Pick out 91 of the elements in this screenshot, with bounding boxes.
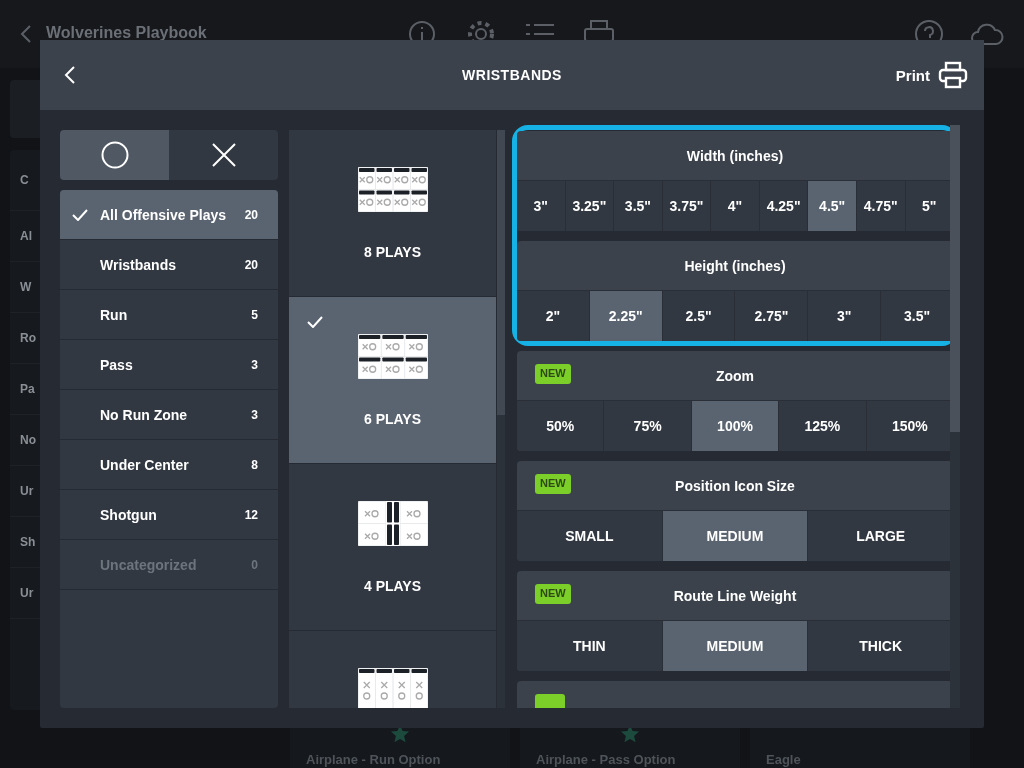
option-button[interactable]: 2.25" <box>588 291 662 341</box>
option-button[interactable]: 2.75" <box>734 291 808 341</box>
sidebar-item[interactable]: Sh <box>20 535 36 549</box>
section-title: Height (inches) <box>684 257 786 274</box>
category-item[interactable]: Shotgun 12 <box>60 490 278 540</box>
option-button[interactable]: 3.5" <box>613 181 662 231</box>
print-button[interactable]: Print <box>891 57 972 93</box>
category-label: Uncategorized <box>100 556 198 573</box>
section-title: Zoom <box>715 367 755 384</box>
category-label: Shotgun <box>100 506 158 523</box>
option-button[interactable]: 50% <box>517 401 604 451</box>
layout-option[interactable]: 4 PLAYS <box>289 464 496 631</box>
layout-option[interactable]: 8 PLAYS <box>289 130 496 297</box>
option-button[interactable]: MEDIUM <box>661 621 808 671</box>
category-item[interactable]: Pass 3 <box>60 340 278 390</box>
layout-label: 6 PLAYS <box>363 411 422 427</box>
option-button[interactable]: 4" <box>710 181 759 231</box>
category-item[interactable]: Run 5 <box>60 290 278 340</box>
play-title: Airplane - Run Option <box>306 752 441 767</box>
sidebar-item[interactable]: No <box>20 433 36 447</box>
category-item[interactable]: Under Center 8 <box>60 440 278 490</box>
option-button[interactable]: SMALL <box>517 511 662 561</box>
category-item[interactable]: All Offensive Plays 20 <box>60 190 278 240</box>
circle-icon <box>100 141 129 169</box>
option-button[interactable]: 150% <box>865 401 953 451</box>
play-count: 5 <box>251 307 258 322</box>
option-button[interactable]: 4.5" <box>807 181 856 231</box>
category-label: No Run Zone <box>100 406 189 423</box>
category-label: Under Center <box>100 456 190 473</box>
wristband-layout-icon <box>357 501 428 546</box>
play-count: 20 <box>244 257 258 272</box>
option-button[interactable]: LARGE <box>807 511 953 561</box>
play-count: 8 <box>251 457 258 472</box>
option-button[interactable]: 3.5" <box>880 291 953 341</box>
option-button[interactable]: THICK <box>807 621 953 671</box>
wristband-layout-icon <box>357 668 428 708</box>
dialog-title: WRISTBANDS <box>462 67 562 83</box>
sidebar-item[interactable]: Ur <box>20 586 34 600</box>
layout-option[interactable]: 6 PLAYS <box>289 297 496 464</box>
playbook-title: Wolverines Playbook <box>46 24 207 42</box>
new-badge: NEW <box>535 364 571 384</box>
sidebar-item[interactable]: Ur <box>20 484 34 498</box>
category-label: Run <box>100 306 129 323</box>
sidebar-item[interactable]: W <box>20 280 32 294</box>
sidebar-item[interactable]: Pa <box>20 382 35 396</box>
play-title: Eagle <box>766 752 801 767</box>
section-title: Route Line Weight <box>673 587 797 604</box>
wristband-layout-icon <box>357 167 428 212</box>
section-title: Width (inches) <box>686 147 784 164</box>
checkmark-icon <box>72 208 88 221</box>
option-button[interactable]: THIN <box>517 621 662 671</box>
filter-toggle[interactable] <box>169 130 278 180</box>
printer-icon <box>938 61 968 89</box>
new-badge: NEW <box>535 584 571 604</box>
option-button[interactable]: MEDIUM <box>661 511 808 561</box>
layout-label: 8 PLAYS <box>363 244 422 260</box>
play-count: 12 <box>244 507 258 522</box>
layout-label: 4 PLAYS <box>363 578 422 594</box>
scrollbar[interactable] <box>950 125 960 708</box>
option-button[interactable]: 4.25" <box>758 181 808 231</box>
play-count: 20 <box>244 207 258 222</box>
play-title: Airplane - Pass Option <box>536 752 676 767</box>
filter-toggle[interactable] <box>60 130 169 180</box>
new-badge: NEW <box>535 474 571 494</box>
option-button[interactable]: 3.75" <box>661 181 711 231</box>
option-button[interactable]: 75% <box>603 401 691 451</box>
sidebar-item[interactable]: C <box>20 173 29 187</box>
option-button[interactable]: 125% <box>778 401 866 451</box>
close-icon <box>210 142 237 168</box>
play-count: 0 <box>251 557 258 572</box>
section-title: Position Icon Size <box>675 477 795 494</box>
category-label: Pass <box>100 356 134 373</box>
category-label: Wristbands <box>100 256 177 273</box>
checkmark-icon <box>307 316 323 328</box>
option-button[interactable]: 100% <box>690 401 779 451</box>
option-button[interactable]: 3" <box>517 181 565 231</box>
new-badge <box>535 694 565 708</box>
category-item[interactable]: No Run Zone 3 <box>60 390 278 440</box>
option-button[interactable]: 4.75" <box>855 181 905 231</box>
category-label: All Offensive Plays <box>100 206 228 223</box>
category-item[interactable]: Wristbands 20 <box>60 240 278 290</box>
wristband-layout-icon <box>357 334 428 379</box>
option-button[interactable]: 3.25" <box>564 181 614 231</box>
option-button[interactable]: 2.5" <box>661 291 735 341</box>
play-count: 3 <box>251 407 258 422</box>
sidebar-item[interactable]: Ro <box>20 331 36 345</box>
option-button[interactable]: 2" <box>517 291 589 341</box>
option-button[interactable]: 3" <box>807 291 881 341</box>
scrollbar[interactable] <box>497 130 505 708</box>
sidebar-item[interactable]: Al <box>20 229 32 243</box>
play-count: 3 <box>251 357 258 372</box>
